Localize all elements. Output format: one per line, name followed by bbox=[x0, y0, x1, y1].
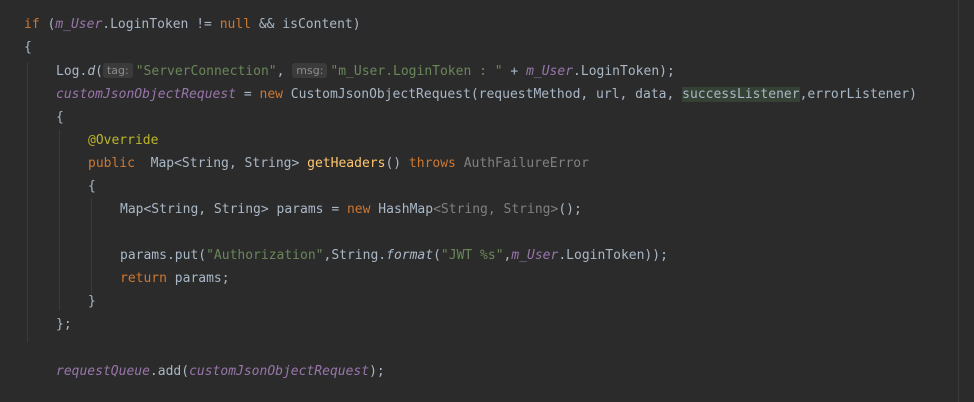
code-text: + bbox=[502, 64, 527, 79]
method-format: format bbox=[386, 248, 434, 263]
code-text: Log. bbox=[56, 64, 88, 79]
annotation-override: @Override bbox=[88, 133, 159, 148]
code-text: Map<String, String> bbox=[134, 156, 308, 171]
param-hint-msg: msg: bbox=[292, 63, 328, 78]
code-line-2: { bbox=[24, 38, 32, 58]
string-literal: "m_User.LoginToken : " bbox=[330, 64, 503, 79]
keyword-public: public bbox=[88, 156, 135, 171]
code-line-3: Log.d(tag: "ServerConnection", msg: "m_Use… bbox=[56, 62, 675, 82]
string-literal: "ServerConnection" bbox=[135, 64, 277, 79]
keyword-return: return bbox=[120, 271, 167, 286]
code-text: params.put( bbox=[120, 248, 207, 263]
generic-type-args: <String, String> bbox=[433, 202, 559, 217]
code-editor[interactable]: if (m_User.LoginToken != null && isConte… bbox=[0, 0, 974, 402]
code-line-12: } bbox=[88, 292, 96, 312]
code-line-10: params.put("Authorization",String.format… bbox=[120, 246, 668, 266]
highlighted-identifier: successListener bbox=[682, 87, 800, 102]
exception-type: AuthFailureError bbox=[463, 156, 589, 171]
code-text: ,errorListener) bbox=[799, 87, 917, 102]
code-line-6: @Override bbox=[88, 131, 158, 151]
code-text: .LoginToken)); bbox=[558, 248, 668, 263]
code-line-1: if (m_User.LoginToken != null && isConte… bbox=[24, 15, 361, 35]
keyword-throws: throws bbox=[408, 156, 456, 171]
field-m-user: m_User bbox=[526, 64, 574, 79]
keyword-if: if bbox=[24, 17, 40, 32]
string-literal: "Authorization" bbox=[206, 248, 324, 263]
indent-guide bbox=[91, 198, 92, 294]
keyword-new: new bbox=[346, 202, 371, 217]
code-line-5: { bbox=[56, 108, 64, 128]
brace-open: { bbox=[88, 179, 96, 194]
string-literal: "JWT %s" bbox=[440, 248, 504, 263]
brace-open: { bbox=[56, 110, 64, 125]
code-text: (); bbox=[558, 202, 582, 217]
right-margin-guide bbox=[958, 0, 959, 402]
method-d: d bbox=[87, 64, 96, 79]
keyword-new: new bbox=[259, 87, 283, 102]
brace-open: { bbox=[24, 40, 32, 55]
method-get-headers: getHeaders bbox=[307, 156, 386, 171]
indent-guide bbox=[27, 62, 28, 342]
code-line-8: { bbox=[88, 177, 96, 197]
code-text: = bbox=[236, 87, 260, 102]
field-custom-json-object-request: customJsonObjectRequest bbox=[189, 364, 370, 379]
code-text: ( bbox=[433, 248, 441, 263]
code-text: CustomJsonObjectRequest(requestMethod, u… bbox=[282, 87, 683, 102]
code-text: && isContent) bbox=[251, 17, 361, 32]
code-line-14: requestQueue.add(customJsonObjectRequest… bbox=[56, 362, 385, 382]
brace-close: } bbox=[88, 294, 96, 309]
code-text: ( bbox=[95, 64, 103, 79]
param-hint-tag: tag: bbox=[102, 63, 133, 78]
code-line-11: return params; bbox=[120, 269, 230, 289]
code-text: }; bbox=[56, 317, 72, 332]
code-line-13: }; bbox=[56, 315, 72, 335]
code-text: params; bbox=[166, 271, 230, 286]
code-line-9: Map<String, String> params = new HashMap… bbox=[120, 200, 582, 220]
code-text: ( bbox=[39, 17, 56, 32]
field-m-user: m_User bbox=[55, 17, 103, 32]
code-line-7: public Map<String, String> getHeaders() … bbox=[88, 154, 589, 174]
code-line-4: customJsonObjectRequest = new CustomJson… bbox=[56, 85, 917, 105]
field-m-user: m_User bbox=[511, 248, 559, 263]
code-text: ); bbox=[369, 364, 385, 379]
code-text: Map<String, String> params = bbox=[120, 202, 347, 217]
code-text: , bbox=[276, 64, 293, 79]
code-text: () bbox=[385, 156, 409, 171]
code-text: ,String. bbox=[323, 248, 387, 263]
indent-guide bbox=[59, 130, 60, 310]
code-text: .add( bbox=[149, 364, 190, 379]
code-text: HashMap bbox=[370, 202, 434, 217]
field-request-queue: requestQueue bbox=[56, 364, 150, 379]
field-custom-json-object-request: customJsonObjectRequest bbox=[56, 87, 237, 102]
code-text: .LoginToken); bbox=[573, 64, 675, 79]
code-text: .LoginToken != bbox=[102, 17, 220, 32]
keyword-null: null bbox=[219, 17, 251, 32]
